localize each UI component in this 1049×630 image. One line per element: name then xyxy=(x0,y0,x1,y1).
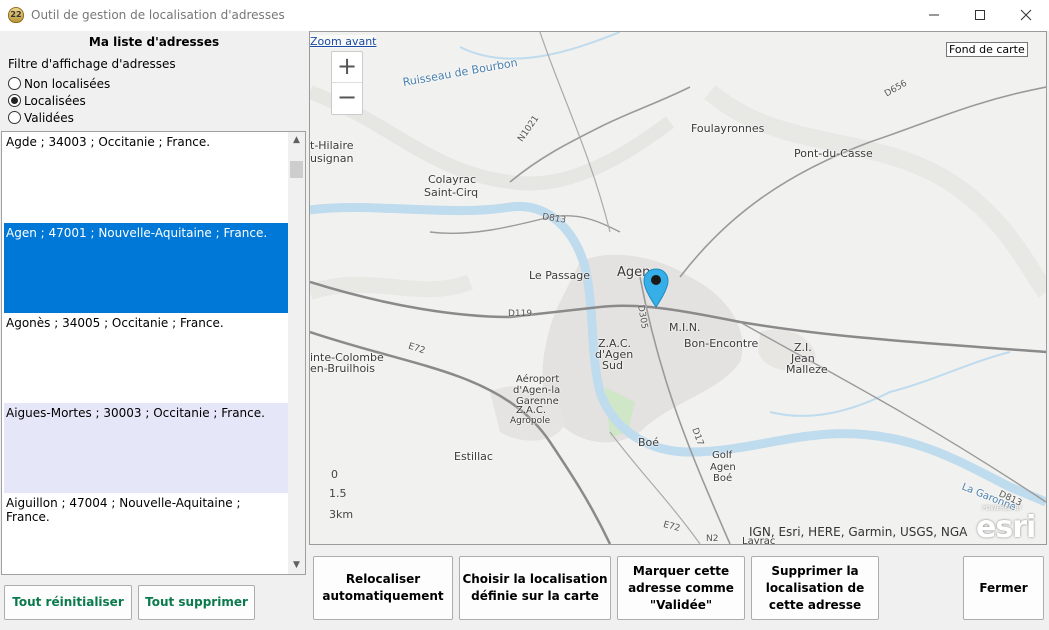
map-label: Estillac xyxy=(454,450,493,463)
map-label: d'Agen-la xyxy=(513,385,561,396)
close-button[interactable]: Fermer xyxy=(963,556,1044,620)
filter-validated[interactable]: Validées xyxy=(8,109,74,126)
maximize-button[interactable] xyxy=(957,0,1003,31)
map-attribution: IGN, Esri, HERE, Garmin, USGS, NGA xyxy=(749,525,968,539)
map-label: Boé xyxy=(713,473,733,484)
address-text: Aigues-Mortes ; 30003 ; Occitanie ; Fran… xyxy=(6,406,265,420)
delete-all-button[interactable]: Tout supprimer xyxy=(138,585,255,620)
map-label: Z.A.C. xyxy=(516,405,547,416)
address-list[interactable]: Agde ; 34003 ; Occitanie ; France. Agen … xyxy=(1,131,306,575)
map-label: Sud xyxy=(602,359,623,372)
map-label: Pont-du-Casse xyxy=(794,147,873,160)
radio-label: Non localisées xyxy=(24,76,111,91)
address-panel: Ma liste d'adresses Filtre d'affichage d… xyxy=(0,31,308,630)
scroll-down-icon[interactable]: ▼ xyxy=(288,557,305,574)
radio-button[interactable] xyxy=(8,77,21,90)
relocate-button[interactable]: Relocaliser automatiquement xyxy=(313,556,453,620)
filter-label: Filtre d'affichage d'adresses xyxy=(8,57,176,71)
scale-label: 1.5 xyxy=(329,487,347,500)
radio-label: Localisées xyxy=(24,93,86,108)
scroll-up-icon[interactable]: ▲ xyxy=(288,132,305,149)
map-label: t-Hilaire xyxy=(310,139,354,152)
close-window-button[interactable] xyxy=(1003,0,1049,31)
app-icon: 22 xyxy=(8,7,24,23)
zoom-in-tooltip: Zoom avant xyxy=(310,35,377,48)
map-label: en-Bruilhois xyxy=(310,362,375,375)
map-view[interactable]: Zoom avant + − Fond de carte Ruisseau de… xyxy=(309,31,1047,545)
remove-location-button[interactable]: Supprimer la localisation de cette adres… xyxy=(751,556,879,620)
filter-non-localized[interactable]: Non localisées xyxy=(8,75,110,92)
maximize-icon xyxy=(975,10,985,20)
reset-all-button[interactable]: Tout réinitialiser xyxy=(4,585,132,620)
address-text: Aiguillon ; 47004 ; Nouvelle-Aquitaine ;… xyxy=(6,496,241,524)
address-text: Agonès ; 34005 ; Occitanie ; France. xyxy=(6,316,224,330)
map-label: M.I.N. xyxy=(669,321,701,334)
scale-label: 0 xyxy=(331,468,338,481)
list-item[interactable]: Agonès ; 34005 ; Occitanie ; France. xyxy=(4,313,288,403)
radio-label: Validées xyxy=(24,110,74,125)
esri-logo: esri xyxy=(976,510,1036,545)
list-item-selected[interactable]: Agen ; 47001 ; Nouvelle-Aquitaine ; Fran… xyxy=(4,223,288,313)
map-label: Golf xyxy=(712,450,733,461)
scale-label: 3km xyxy=(329,508,354,521)
choose-location-button[interactable]: Choisir la localisation définie sur la c… xyxy=(459,556,611,620)
map-label: Bon-Encontre xyxy=(684,337,759,350)
map-label: usignan xyxy=(310,152,354,165)
road-label: D119 xyxy=(508,309,533,319)
zoom-in-icon[interactable]: + xyxy=(332,52,362,83)
window-title: Outil de gestion de localisation d'adres… xyxy=(31,8,285,22)
map-label: Agropole xyxy=(510,416,551,426)
list-item[interactable]: Aiguillon ; 47004 ; Nouvelle-Aquitaine ;… xyxy=(4,493,288,574)
map-label: Le Passage xyxy=(529,269,591,282)
location-pin-icon[interactable] xyxy=(643,268,669,308)
list-item[interactable]: Agde ; 34003 ; Occitanie ; France. xyxy=(4,132,288,222)
minimize-icon xyxy=(929,14,939,16)
map-label: Foulayronnes xyxy=(691,122,765,135)
radio-button-checked[interactable] xyxy=(8,94,21,107)
validate-button[interactable]: Marquer cette adresse comme "Validée" xyxy=(617,556,745,620)
title-bar: 22 Outil de gestion de localisation d'ad… xyxy=(0,0,1049,31)
map-label: Colayrac xyxy=(428,173,477,186)
zoom-out-icon[interactable]: − xyxy=(332,83,362,114)
close-icon xyxy=(1020,9,1032,21)
map-label: Agen xyxy=(710,462,736,473)
scroll-thumb[interactable] xyxy=(290,161,303,178)
list-scrollbar[interactable]: ▲ ▼ xyxy=(288,132,305,574)
list-item[interactable]: Aigues-Mortes ; 30003 ; Occitanie ; Fran… xyxy=(4,403,288,493)
road-label: N2 xyxy=(706,534,719,544)
list-title: Ma liste d'adresses xyxy=(88,35,220,49)
minimize-button[interactable] xyxy=(911,0,957,31)
map-label: Boé xyxy=(638,436,660,449)
address-text: Agde ; 34003 ; Occitanie ; France. xyxy=(6,135,211,149)
map-label: Malleze xyxy=(786,363,828,376)
map-label: Aéroport xyxy=(516,374,560,385)
filter-localized[interactable]: Localisées xyxy=(8,92,86,109)
radio-button[interactable] xyxy=(8,111,21,124)
zoom-controls: + − xyxy=(331,51,363,115)
address-text: Agen ; 47001 ; Nouvelle-Aquitaine ; Fran… xyxy=(6,226,268,240)
basemap-tooltip[interactable]: Fond de carte xyxy=(946,42,1028,57)
map-background xyxy=(310,32,1046,544)
map-label: Saint-Cirq xyxy=(424,186,479,199)
